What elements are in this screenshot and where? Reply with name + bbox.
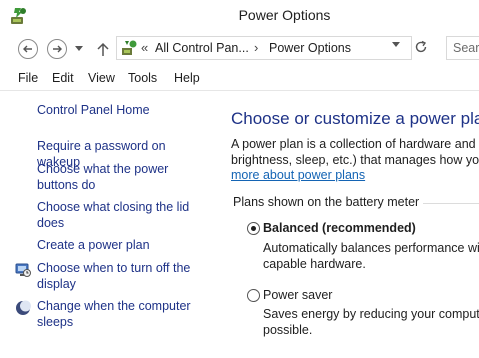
menu-view[interactable]: View [88, 71, 115, 85]
more-about-power-plans-link[interactable]: more about power plans [231, 168, 479, 184]
link-label: display [37, 276, 76, 291]
up-arrow-icon[interactable] [96, 41, 110, 57]
breadcrumb-control-panel[interactable]: All Control Pan... [155, 41, 249, 55]
title-bar: Power Options [0, 0, 479, 32]
create-power-plan-link[interactable]: Create a power plan [37, 238, 207, 254]
breadcrumb-overflow[interactable]: « [141, 40, 148, 55]
menu-tools[interactable]: Tools [128, 71, 157, 85]
link-label: Change when the computer [37, 299, 191, 313]
menu-file[interactable]: File [18, 71, 38, 85]
balanced-radio[interactable] [247, 222, 260, 235]
task-pane: Control Panel Home Require a password on… [0, 91, 214, 358]
menu-help[interactable]: Help [174, 71, 200, 85]
change-sleep-link[interactable]: Change when the computer sleeps [37, 299, 207, 330]
balanced-plan-name[interactable]: Balanced (recommended) [263, 221, 416, 235]
power-saver-radio[interactable] [247, 289, 260, 302]
link-label: Choose when to turn off the [37, 261, 191, 275]
control-panel-icon [122, 40, 137, 55]
recent-pages-dropdown-icon[interactable] [75, 46, 83, 52]
turn-off-display-link[interactable]: Choose when to turn off the display [37, 261, 207, 292]
plan-desc-line: Automatically balances performance wit [263, 241, 479, 255]
main-content: Choose or customize a power plan A power… [214, 91, 479, 358]
back-button[interactable] [18, 39, 38, 59]
balanced-plan-description: Automatically balances performance wit c… [263, 241, 479, 272]
link-label: Create a power plan [37, 238, 150, 252]
link-label: sleeps [37, 314, 74, 329]
breadcrumb-power-options[interactable]: Power Options [269, 41, 351, 55]
navigation-bar: « All Control Pan... › Power Options Sea… [0, 32, 479, 66]
sleep-moon-icon [16, 300, 31, 315]
plan-desc-line: capable hardware. [263, 256, 366, 271]
intro-line: brightness, sleep, etc.) that manages ho… [231, 152, 479, 167]
radio-selected-dot [251, 226, 256, 231]
link-label: does [37, 215, 65, 230]
back-arrow-icon [23, 45, 32, 53]
page-title: Choose or customize a power plan [231, 109, 479, 128]
power-saver-plan-description: Saves energy by reducing your computer p… [263, 307, 479, 338]
window-title: Power Options [238, 7, 331, 23]
refresh-icon[interactable] [414, 40, 428, 54]
address-dropdown-icon[interactable] [392, 42, 400, 48]
forward-button[interactable] [47, 39, 67, 59]
address-bar[interactable]: « All Control Pan... › Power Options [116, 36, 412, 60]
breadcrumb-separator[interactable]: › [254, 40, 258, 55]
link-label: Choose what the power [37, 162, 169, 176]
menu-bar: File Edit View Tools Help [0, 66, 479, 91]
intro-text: A power plan is a collection of hardware… [231, 137, 479, 184]
plan-desc-line: Saves energy by reducing your computer [263, 307, 479, 321]
search-input[interactable]: Searc [446, 36, 479, 60]
display-icon [15, 263, 31, 277]
link-label: Choose what closing the lid [37, 200, 190, 214]
menu-edit[interactable]: Edit [52, 71, 74, 85]
plan-desc-line: possible. [263, 322, 313, 337]
control-panel-home-link[interactable]: Control Panel Home [37, 103, 207, 119]
power-buttons-link[interactable]: Choose what the power buttons do [37, 162, 207, 193]
forward-arrow-icon [53, 45, 62, 53]
group-divider [414, 203, 479, 204]
link-label: buttons do [37, 177, 96, 192]
closing-lid-link[interactable]: Choose what closing the lid does [37, 200, 207, 231]
intro-line: A power plan is a collection of hardware… [231, 137, 479, 151]
power-saver-plan-name[interactable]: Power saver [263, 288, 332, 302]
plans-group-label: Plans shown on the battery meter [233, 195, 424, 209]
